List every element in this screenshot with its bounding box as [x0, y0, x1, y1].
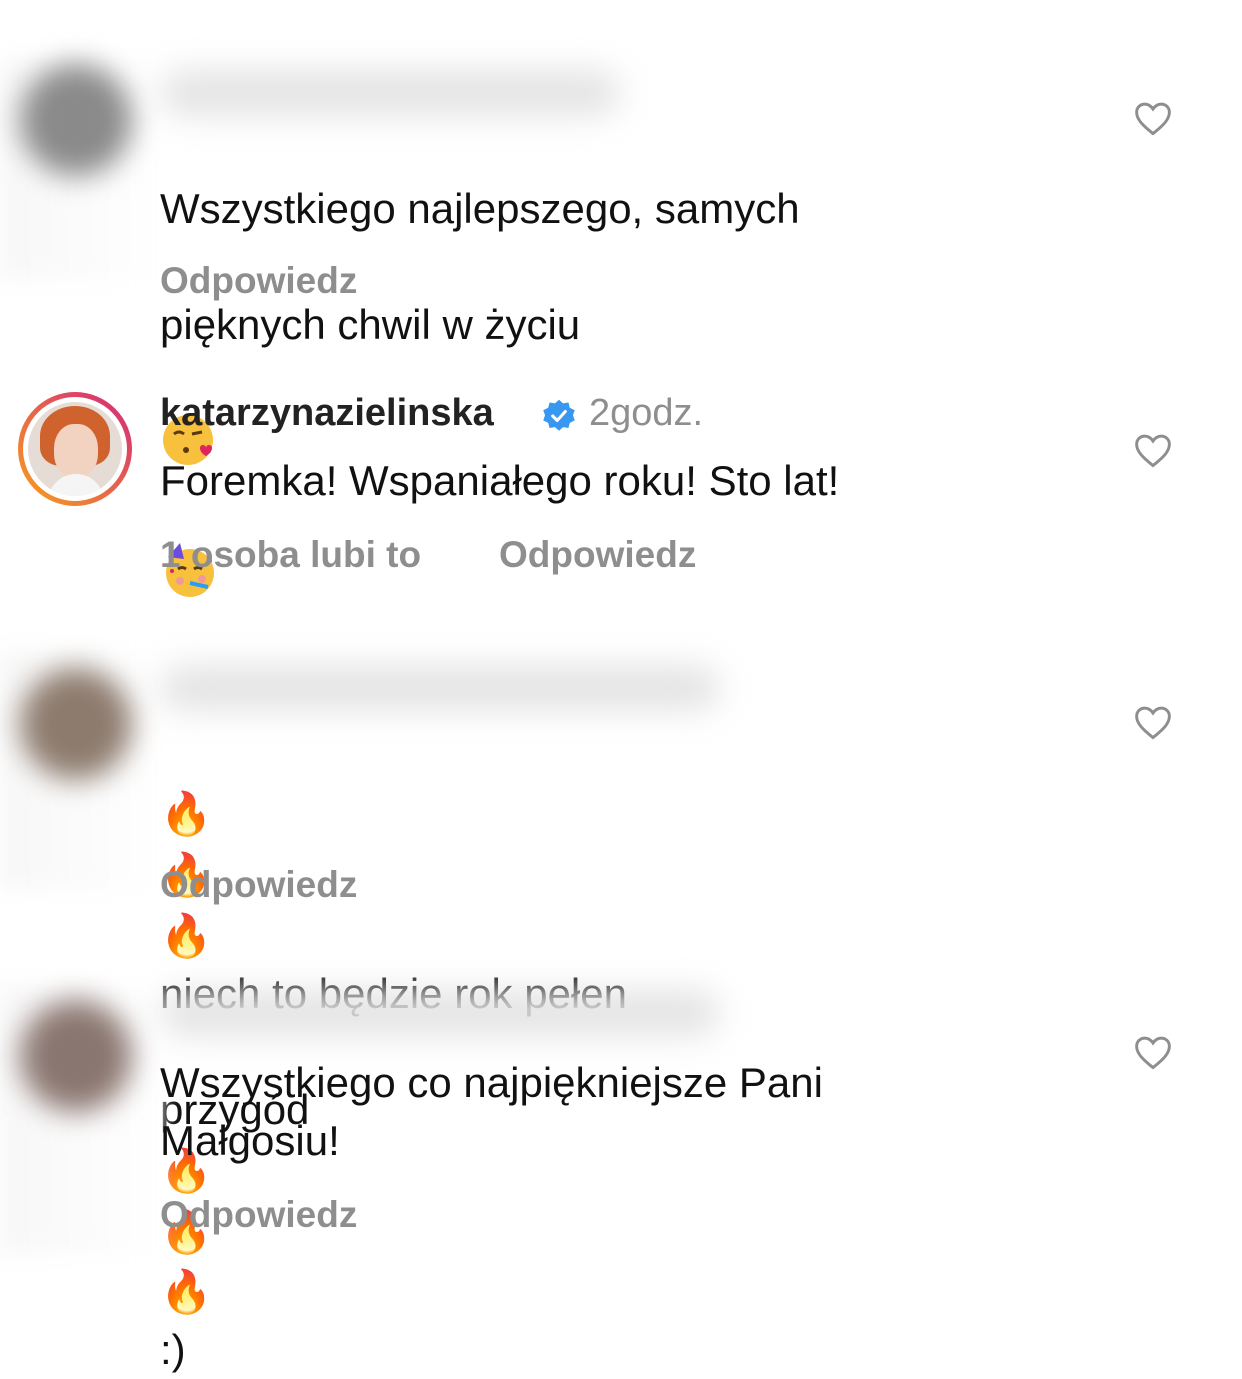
avatar[interactable] [20, 1000, 132, 1112]
comment-item: Wszystkiego co najpiękniejsze Pani Małgo… [0, 0, 1242, 1258]
comment-text: Wszystkiego co najpiękniejsze Pani Małgo… [160, 1059, 823, 1164]
username-redacted [160, 990, 720, 1036]
reply-button[interactable]: Odpowiedz [160, 1194, 357, 1236]
heart-icon[interactable] [1133, 1034, 1173, 1070]
fire-emoji-icon: 🔥 [160, 1268, 213, 1316]
